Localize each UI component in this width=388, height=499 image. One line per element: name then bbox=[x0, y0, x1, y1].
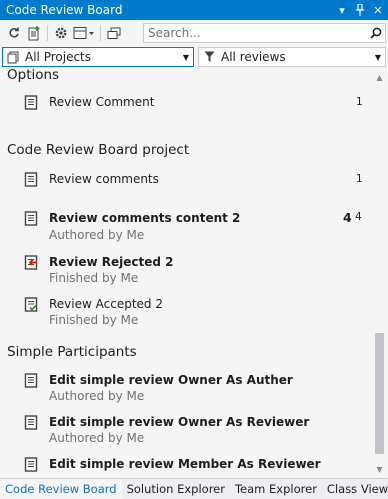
review-subtitle: Authored by Me bbox=[49, 431, 145, 445]
toolbar bbox=[0, 20, 388, 46]
tab-team-explorer[interactable]: Team Explorer bbox=[230, 479, 322, 499]
review-title: Review comments bbox=[49, 172, 159, 186]
review-subtitle: Authored by Me bbox=[49, 389, 145, 403]
pin-icon[interactable] bbox=[352, 2, 368, 18]
chevron-down-icon: ▼ bbox=[374, 52, 382, 62]
comment-count: 4 bbox=[355, 211, 362, 223]
tab-class-view[interactable]: Class View bbox=[322, 479, 388, 499]
tool-window-tabs: Code Review Board Solution Explorer Team… bbox=[0, 478, 388, 499]
tab-solution-explorer[interactable]: Solution Explorer bbox=[122, 479, 230, 499]
search-input[interactable] bbox=[144, 26, 367, 40]
project-icon bbox=[5, 51, 21, 64]
review-subtitle: Finished by Me bbox=[49, 271, 139, 285]
review-item[interactable]: Edit simple review Member As Reviewer bbox=[0, 454, 371, 478]
scroll-up-arrow[interactable]: ▲ bbox=[371, 70, 388, 84]
comment-count: 1 bbox=[356, 173, 363, 185]
review-subtitle: Authored by Me bbox=[49, 228, 145, 242]
review-title: Review Accepted 2 bbox=[49, 297, 163, 311]
dropdown-icon[interactable]: ▾ bbox=[334, 2, 350, 18]
review-item[interactable]: Edit simple review Owner As Reviewer Aut… bbox=[0, 412, 371, 448]
review-item[interactable]: Review comments content 2 Authored by Me… bbox=[0, 209, 371, 245]
refresh-icon[interactable] bbox=[4, 23, 24, 43]
project-dropdown-value: All Projects bbox=[25, 50, 91, 64]
review-title: Review Rejected 2 bbox=[49, 255, 174, 269]
filter-icon bbox=[201, 51, 217, 63]
document-icon bbox=[24, 95, 38, 110]
vertical-scrollbar[interactable]: ▲ ▼ bbox=[371, 68, 388, 478]
toolbar-separator bbox=[100, 25, 101, 41]
document-icon bbox=[24, 211, 38, 226]
scroll-down-arrow[interactable]: ▼ bbox=[371, 462, 388, 476]
review-title: Review comments content 2 bbox=[49, 211, 241, 225]
settings-icon[interactable] bbox=[51, 23, 71, 43]
document-icon bbox=[24, 415, 38, 430]
section-header: Options bbox=[7, 68, 60, 83]
search-box[interactable] bbox=[143, 23, 386, 43]
section-header: Code Review Board project bbox=[7, 142, 190, 158]
review-item[interactable]: Review Rejected 2 Finished by Me bbox=[0, 252, 371, 288]
window-title-bar: Code Review Board ▾ ✕ bbox=[0, 0, 388, 20]
layout-icon[interactable] bbox=[71, 23, 97, 43]
window-title: Code Review Board bbox=[6, 3, 123, 17]
comment-count: 1 bbox=[356, 96, 363, 108]
project-dropdown[interactable]: All Projects ▼ bbox=[2, 47, 194, 67]
review-item[interactable]: Edit simple review Owner As Auther Autho… bbox=[0, 370, 371, 406]
section-header: Simple Participants bbox=[7, 344, 137, 360]
tab-code-review-board[interactable]: Code Review Board bbox=[0, 479, 122, 499]
reviews-filter-dropdown[interactable]: All reviews ▼ bbox=[198, 47, 386, 67]
close-icon[interactable]: ✕ bbox=[370, 2, 386, 18]
reviews-filter-value: All reviews bbox=[221, 50, 286, 64]
review-item[interactable]: Review Accepted 2 Finished by Me bbox=[0, 294, 371, 330]
unread-count: 4 bbox=[343, 210, 352, 225]
filter-bar: All Projects ▼ All reviews ▼ bbox=[0, 46, 388, 68]
document-icon bbox=[24, 373, 38, 388]
scrollbar-thumb[interactable] bbox=[375, 333, 384, 454]
review-title: Review Comment bbox=[49, 95, 155, 109]
new-review-icon[interactable] bbox=[24, 23, 44, 43]
review-item[interactable]: Review comments 1 bbox=[0, 169, 371, 191]
review-subtitle: Finished by Me bbox=[49, 313, 139, 327]
document-icon bbox=[24, 172, 38, 187]
review-list: Options Review Comment 1 Code Review Boa… bbox=[0, 68, 371, 478]
document-icon bbox=[24, 457, 38, 472]
accepted-document-icon bbox=[24, 297, 38, 312]
chevron-down-icon: ▼ bbox=[182, 52, 190, 62]
windows-icon[interactable] bbox=[104, 23, 124, 43]
review-item[interactable]: Review Comment 1 bbox=[0, 92, 371, 114]
review-title: Edit simple review Member As Reviewer bbox=[49, 457, 321, 471]
search-icon[interactable] bbox=[367, 27, 385, 39]
toolbar-separator bbox=[47, 25, 48, 41]
rejected-document-icon bbox=[24, 255, 38, 270]
review-title: Edit simple review Owner As Reviewer bbox=[49, 415, 310, 429]
review-title: Edit simple review Owner As Auther bbox=[49, 373, 293, 387]
